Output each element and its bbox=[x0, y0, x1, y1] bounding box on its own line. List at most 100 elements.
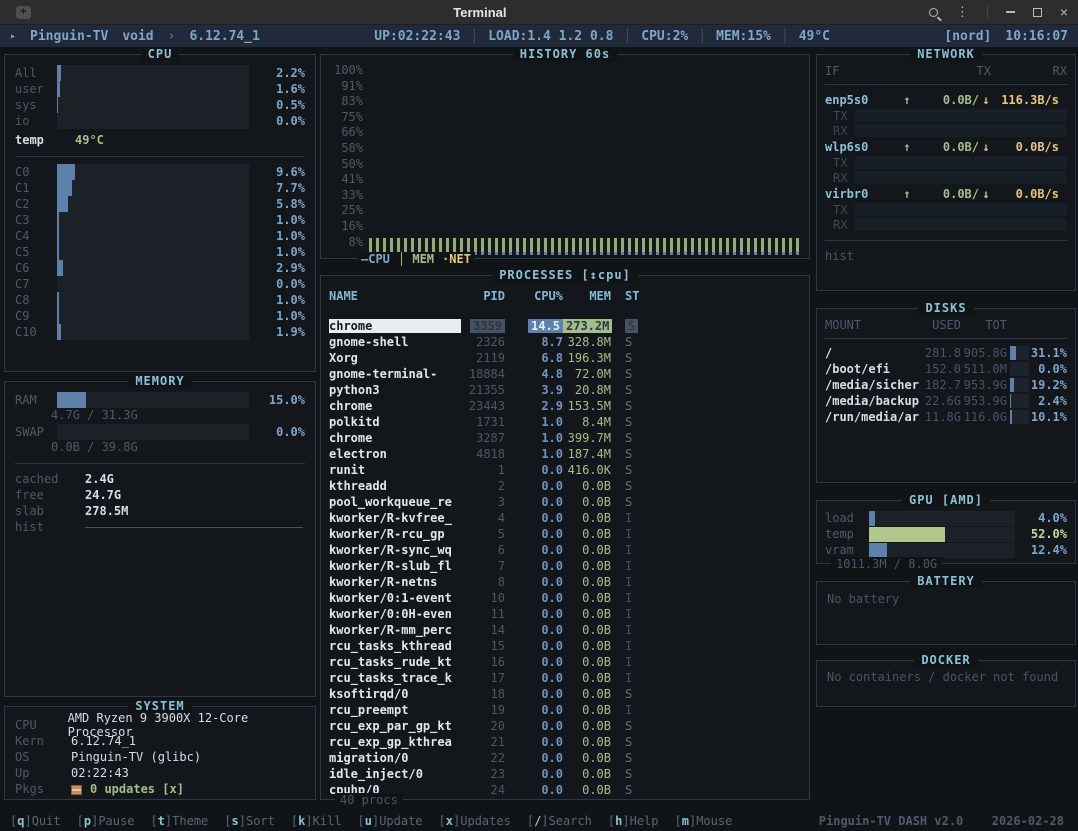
hotkey-update[interactable]: [u]Update bbox=[357, 814, 422, 828]
history-ytick: 100% bbox=[329, 63, 363, 77]
process-row[interactable]: pool_workqueue_re30.00.0BS bbox=[329, 494, 801, 510]
process-state: I bbox=[611, 655, 649, 669]
process-pid: 21355 bbox=[461, 383, 505, 397]
hotkey-pause[interactable]: [p]Pause bbox=[77, 814, 135, 828]
close-button[interactable]: × bbox=[1060, 5, 1068, 19]
process-row[interactable]: python3213553.920.8MS bbox=[329, 382, 801, 398]
network-interface-row: enp5s0↑0.0B/↓116.3B/s bbox=[825, 91, 1067, 108]
divider bbox=[15, 156, 305, 157]
process-pid: 16 bbox=[461, 655, 505, 669]
hotkey-quit[interactable]: [q]Quit bbox=[10, 814, 61, 828]
hotkey-theme[interactable]: [t]Theme bbox=[150, 814, 208, 828]
hotkey-kill[interactable]: [k]Kill bbox=[291, 814, 342, 828]
process-row[interactable]: kworker/R-mm_perc140.00.0BI bbox=[329, 622, 801, 638]
history-bar bbox=[488, 238, 491, 255]
disk-row: /boot/efi152.0511.0M0.0% bbox=[825, 361, 1067, 377]
core-c4-value: 1.0% bbox=[249, 229, 305, 243]
process-row[interactable]: kthreadd20.00.0BS bbox=[329, 478, 801, 494]
distro: void bbox=[122, 29, 153, 44]
gpu-temp-row: temp52.0% bbox=[825, 526, 1067, 542]
process-mem: 72.0M bbox=[563, 367, 611, 381]
history-bar bbox=[516, 238, 519, 255]
process-row[interactable]: polkitd17311.08.4MS bbox=[329, 414, 801, 430]
hotkey-help[interactable]: [h]Help bbox=[608, 814, 659, 828]
process-pid: 1731 bbox=[461, 415, 505, 429]
restore-button[interactable] bbox=[1033, 8, 1042, 17]
process-row[interactable]: idle_inject/0230.00.0BS bbox=[329, 766, 801, 782]
process-pid: 18884 bbox=[461, 367, 505, 381]
process-pid: 8 bbox=[461, 575, 505, 589]
disk-used: 152.0 bbox=[921, 362, 961, 376]
process-row[interactable]: kworker/R-sync_wq60.00.0BI bbox=[329, 542, 801, 558]
docker-panel: DOCKER No containers / docker not found bbox=[816, 660, 1076, 707]
minimize-button[interactable] bbox=[1006, 11, 1015, 13]
pkgs-value: 0 updates [x] bbox=[90, 782, 184, 796]
core-c6-bar bbox=[57, 260, 249, 276]
search-icon[interactable] bbox=[929, 8, 938, 17]
core-c8-value: 1.0% bbox=[249, 293, 305, 307]
core-c7-label: C7 bbox=[15, 277, 57, 291]
process-row[interactable]: rcu_tasks_kthread150.00.0BI bbox=[329, 638, 801, 654]
process-row[interactable]: rcu_preempt190.00.0BI bbox=[329, 702, 801, 718]
process-row[interactable]: gnome-shell23268.7328.8MS bbox=[329, 334, 801, 350]
memory-stat-value: 2.4G bbox=[85, 472, 114, 486]
process-row[interactable]: kworker/0:1-event100.00.0BI bbox=[329, 590, 801, 606]
menu-kebab-icon[interactable]: ⋮ bbox=[956, 4, 969, 20]
disk-used: 182.7 bbox=[921, 378, 961, 392]
process-cpu: 0.0 bbox=[505, 655, 563, 669]
process-row[interactable]: rcu_exp_gp_kthrea210.00.0BS bbox=[329, 734, 801, 750]
process-row[interactable]: chrome335914.5273.2MS bbox=[329, 318, 801, 334]
memory-stat-value: 24.7G bbox=[85, 488, 121, 502]
process-row[interactable]: rcu_exp_par_gp_kt200.00.0BS bbox=[329, 718, 801, 734]
hotkey-updates[interactable]: [x]Updates bbox=[439, 814, 511, 828]
process-row[interactable]: electron48181.0187.4MS bbox=[329, 446, 801, 462]
hotkey-search[interactable]: [/]Search bbox=[527, 814, 592, 828]
process-pid: 5 bbox=[461, 527, 505, 541]
core-c10-bar bbox=[57, 324, 249, 340]
process-row[interactable]: kworker/R-netns80.00.0BI bbox=[329, 574, 801, 590]
process-cpu: 0.0 bbox=[505, 591, 563, 605]
process-row[interactable]: kworker/R-rcu_gp50.00.0BI bbox=[329, 526, 801, 542]
process-row[interactable]: gnome-terminal-188844.872.0MS bbox=[329, 366, 801, 382]
process-name: rcu_tasks_trace_k bbox=[329, 671, 461, 685]
process-cpu: 4.8 bbox=[505, 367, 563, 381]
hotkey-sort[interactable]: [s]Sort bbox=[224, 814, 275, 828]
core-c7: C70.0% bbox=[15, 276, 305, 292]
process-row[interactable]: migration/0220.00.0BS bbox=[329, 750, 801, 766]
core-c3-value: 1.0% bbox=[249, 213, 305, 227]
process-row[interactable]: kworker/R-kvfree_40.00.0BI bbox=[329, 510, 801, 526]
process-row[interactable]: kworker/0:0H-even110.00.0BI bbox=[329, 606, 801, 622]
process-row[interactable]: Xorg21196.8196.3MS bbox=[329, 350, 801, 366]
history-bar bbox=[551, 238, 554, 255]
process-cpu: 0.0 bbox=[505, 527, 563, 541]
hotkey-mouse[interactable]: [m]Mouse bbox=[675, 814, 733, 828]
process-row[interactable]: runit10.0416.0KS bbox=[329, 462, 801, 478]
process-row[interactable]: kworker/R-slub_fl70.00.0BI bbox=[329, 558, 801, 574]
upload-arrow-icon: ↑ bbox=[897, 187, 917, 201]
process-name: kworker/R-netns bbox=[329, 575, 461, 589]
process-name: rcu_exp_par_gp_kt bbox=[329, 719, 461, 733]
interface-rx-rate: 0.0B/s bbox=[993, 187, 1059, 201]
process-row[interactable]: rcu_tasks_rude_kt160.00.0BI bbox=[329, 654, 801, 670]
process-mem: 0.0B bbox=[563, 543, 611, 557]
ram-bar bbox=[57, 392, 249, 408]
process-row[interactable]: chrome32871.0399.7MS bbox=[329, 430, 801, 446]
disk-percent: 10.1% bbox=[1029, 410, 1067, 424]
process-mem: 0.0B bbox=[563, 735, 611, 749]
process-row[interactable]: rcu_tasks_trace_k170.00.0BI bbox=[329, 670, 801, 686]
disk-used: 281.8 bbox=[921, 346, 961, 360]
process-mem: 196.3M bbox=[563, 351, 611, 365]
memory-stat-label: slab bbox=[15, 504, 85, 518]
process-name: kworker/R-rcu_gp bbox=[329, 527, 461, 541]
temperature: 49°C bbox=[799, 29, 830, 44]
memory-stat-row: slab278.5M bbox=[15, 503, 305, 519]
disks-table-header: MOUNT USED TOT bbox=[825, 317, 1067, 333]
cpu-sys: sys0.5% bbox=[15, 97, 305, 113]
process-cpu: 0.0 bbox=[505, 767, 563, 781]
process-state: S bbox=[611, 367, 649, 381]
process-row[interactable]: chrome234432.9153.5MS bbox=[329, 398, 801, 414]
core-c5-value: 1.0% bbox=[249, 245, 305, 259]
process-state: S bbox=[611, 751, 649, 765]
status-bar: ▸ Pinguin-TV void › 6.12.74_1 UP:02:22:4… bbox=[0, 25, 1078, 47]
process-row[interactable]: ksoftirqd/0180.00.0BS bbox=[329, 686, 801, 702]
